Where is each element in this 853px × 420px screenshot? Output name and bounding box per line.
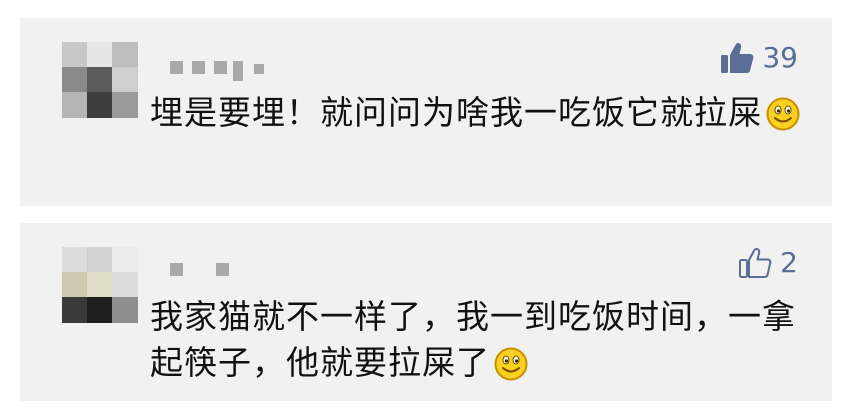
like-control[interactable]: 2 <box>738 247 798 279</box>
like-count: 2 <box>780 246 798 279</box>
avatar[interactable] <box>62 247 138 323</box>
avatar[interactable] <box>62 42 138 118</box>
comment-text: 埋是要埋！就问问为啥我一吃饭它就拉屎 <box>150 90 810 136</box>
thumbs-up-filled-icon[interactable] <box>720 42 754 74</box>
comment-text: 我家猫就不一样了，我一到吃饭时间，一拿起筷子，他就要拉屎了 <box>150 294 810 386</box>
comment-body: 埋是要埋！就问问为啥我一吃饭它就拉屎 <box>150 93 762 132</box>
like-control[interactable]: 39 <box>720 42 798 74</box>
comment-body: 我家猫就不一样了，我一到吃饭时间，一拿起筷子，他就要拉屎了 <box>150 297 796 382</box>
comment-card: 39 埋是要埋！就问问为啥我一吃饭它就拉屎 <box>20 18 832 206</box>
like-count: 39 <box>762 41 798 74</box>
comment-card: 2 我家猫就不一样了，我一到吃饭时间，一拿起筷子，他就要拉屎了 <box>20 223 832 401</box>
thumbs-up-outline-icon[interactable] <box>738 247 772 279</box>
smile-emoji-icon <box>494 347 528 381</box>
smile-emoji-icon <box>766 97 800 131</box>
